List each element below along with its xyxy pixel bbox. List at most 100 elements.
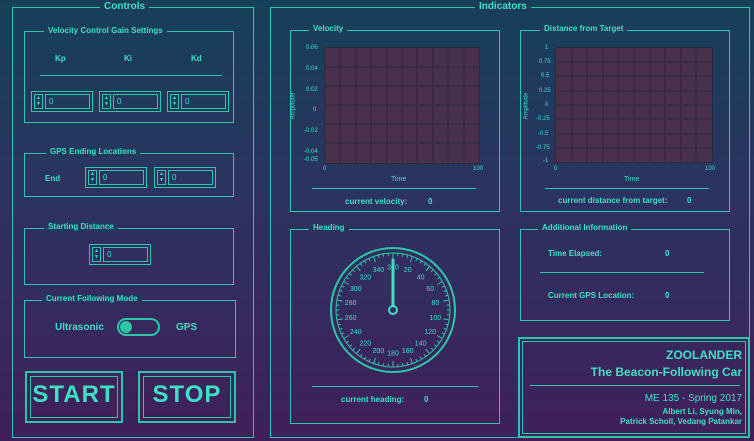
gauge-tick [346, 276, 350, 280]
kp-input[interactable]: ▲ ▼ 0 [31, 91, 93, 112]
gauge-tick [430, 347, 434, 351]
ki-label: Ki [124, 54, 132, 63]
kd-input[interactable]: ▲ ▼ 0 [167, 91, 229, 112]
gauge-dial-label: 120 [424, 329, 436, 336]
distance-xtick-1: 100 [705, 166, 716, 172]
credits-divider [530, 385, 740, 386]
gauge-tick [336, 299, 343, 302]
heading-title: Heading [309, 223, 349, 232]
starting-distance-field[interactable]: 0 [103, 247, 148, 262]
kp-spinner[interactable]: ▲ ▼ [34, 94, 43, 109]
ki-field[interactable]: 0 [113, 94, 158, 109]
velocity-xlabel: Time [391, 176, 407, 183]
gauge-tick [430, 269, 434, 273]
additional-info-title: Additional Information [538, 223, 632, 232]
velocity-ytick-0: 0.06 [306, 45, 318, 51]
distance-ytick-8: -1 [543, 158, 549, 164]
gauge-dial-label: 260 [345, 315, 357, 322]
gps-end-spinner-1[interactable]: ▲ ▼ [88, 170, 97, 185]
gauge-tick [423, 263, 427, 267]
gauge-tick [382, 363, 385, 367]
starting-distance-spinner[interactable]: ▲ ▼ [92, 247, 101, 262]
velocity-divider [312, 188, 476, 189]
mode-toggle[interactable] [117, 318, 160, 336]
ki-spinner[interactable]: ▲ ▼ [102, 94, 111, 109]
kd-label: Kd [191, 54, 202, 63]
gauge-tick [349, 344, 352, 348]
gps-end-spinner-2[interactable]: ▲ ▼ [157, 170, 166, 185]
gps-end-input-1[interactable]: ▲ ▼ 0 [85, 167, 147, 188]
start-button[interactable]: START [25, 371, 123, 423]
distance-ylabel: Amplitude [523, 92, 530, 120]
gauge-tick [339, 290, 343, 293]
velocity-ytick-4: -0.02 [304, 128, 318, 134]
authors-line-1: Albert Li, Syung Min, [662, 407, 742, 416]
distance-ytick-3: 0.25 [539, 88, 551, 94]
gps-end-field-2[interactable]: 0 [168, 170, 213, 185]
kd-field[interactable]: 0 [181, 94, 226, 109]
gauge-tick [359, 263, 363, 267]
gauge-dial-label: 60 [426, 286, 434, 293]
gauge-tick [382, 253, 385, 257]
gauge-dial-label: 20 [404, 267, 412, 274]
gauge-dial-label: 100 [430, 315, 442, 322]
gauge-tick [337, 323, 341, 326]
gauge-tick [368, 358, 371, 362]
velocity-grid [325, 48, 479, 163]
gauge-tick [336, 318, 343, 321]
gps-location-value: 0 [665, 291, 670, 300]
distance-readout-value: 0 [687, 196, 692, 205]
heading-readout-label: current heading: [341, 395, 405, 404]
heading-divider [312, 386, 478, 387]
course-label: ME 135 - Spring 2017 [644, 393, 742, 404]
distance-title: Distance from Target [540, 24, 628, 33]
gauge-tick [436, 335, 443, 339]
gauge-tick [445, 323, 449, 326]
velocity-title: Velocity [309, 24, 348, 33]
gauge-tick [423, 353, 427, 357]
velocity-xtick-1: 100 [473, 166, 484, 172]
ki-input[interactable]: ▲ ▼ 0 [99, 91, 161, 112]
additional-divider [540, 272, 704, 273]
end-label: End [45, 174, 61, 183]
heading-readout-value: 0 [424, 395, 429, 404]
gauge-tick [352, 269, 356, 273]
velocity-readout-label: current velocity: [345, 197, 408, 206]
distance-ytick-7: -0.75 [536, 145, 550, 151]
gauge-tick [419, 260, 422, 264]
gauge-tick [419, 356, 422, 360]
kp-field[interactable]: 0 [45, 94, 90, 109]
velocity-ylabel: Amplitude [290, 92, 297, 120]
kp-label: Kp [55, 54, 66, 63]
gps-end-input-2[interactable]: ▲ ▼ 0 [154, 167, 216, 188]
velocity-ytick-5: -0.04 [304, 149, 318, 155]
gps-end-field-1[interactable]: 0 [99, 170, 144, 185]
velocity-ytick-1: 0.04 [306, 66, 318, 72]
gauge-tick [364, 356, 367, 360]
controls-title: Controls [100, 1, 150, 12]
velocity-ytick-6: -0.05 [304, 157, 318, 163]
starting-distance-title: Starting Distance [44, 222, 118, 231]
gauge-tick [341, 285, 345, 288]
gauge-tick [425, 348, 431, 354]
starting-distance-input[interactable]: ▲ ▼ 0 [89, 244, 151, 265]
kd-spinner[interactable]: ▲ ▼ [170, 94, 179, 109]
stop-button[interactable]: STOP [138, 371, 236, 423]
gauge-tick [443, 318, 450, 321]
distance-ytick-1: 0.75 [539, 59, 551, 65]
project-title: ZOOLANDER [666, 348, 742, 362]
velocity-readout-value: 0 [428, 197, 433, 206]
gauge-dial-label: 300 [350, 286, 362, 293]
gauge-tick [409, 357, 413, 364]
gauge-tick [364, 260, 367, 264]
gauge-dial-label: 80 [431, 300, 439, 307]
gauge-tick [377, 254, 380, 258]
gauge-tick [355, 266, 361, 272]
gauge-tick [434, 272, 437, 276]
gauge-dial-label: 340 [372, 267, 384, 274]
heading-gauge: 3602040608010012014016018020022024026028… [330, 247, 456, 373]
gauge-dial-label: 40 [417, 275, 425, 282]
gauge-tick [425, 266, 431, 272]
time-elapsed-value: 0 [665, 249, 670, 258]
gauge-tick [401, 363, 404, 367]
